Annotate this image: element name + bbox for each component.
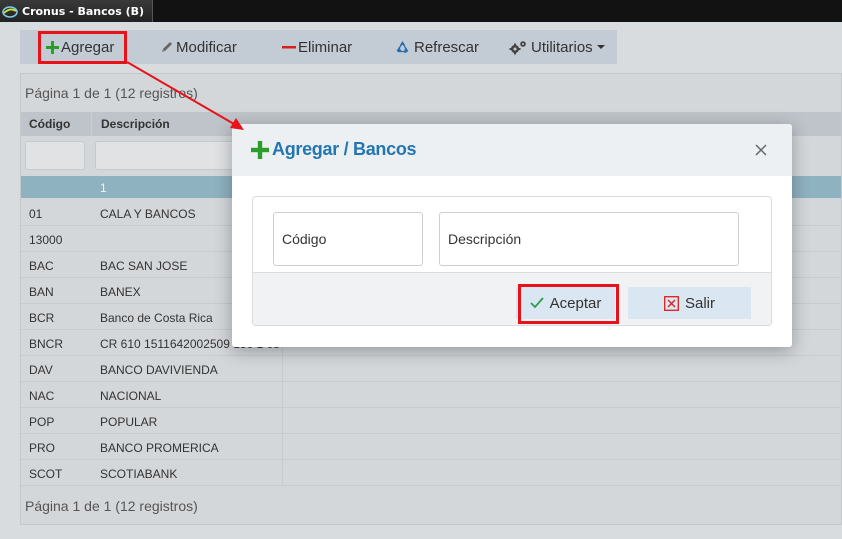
- chevron-down-icon: [596, 45, 605, 49]
- column-header-code[interactable]: Código: [21, 112, 91, 136]
- pencil-icon: [160, 40, 174, 54]
- edit-button-label: Modificar: [176, 38, 237, 56]
- add-bank-dialog: Agregar / Bancos Aceptar Salir: [232, 124, 792, 347]
- edit-button[interactable]: Modificar: [160, 30, 237, 64]
- window-titlebar: Cronus - Bancos (B): [0, 0, 842, 22]
- row-description: NACIONAL: [100, 389, 162, 403]
- minus-icon: [282, 40, 296, 54]
- description-field[interactable]: [439, 212, 739, 266]
- row-code: BNCR: [29, 337, 64, 351]
- add-button-highlight: [38, 31, 127, 64]
- code-field[interactable]: [273, 212, 423, 266]
- row-description: POPULAR: [100, 415, 158, 429]
- row-description: SCOTIABANK: [100, 467, 178, 481]
- row-description: BAC SAN JOSE: [100, 259, 188, 273]
- table-row[interactable]: PRO BANCO PROMERICA: [21, 434, 841, 460]
- x-box-icon: [664, 295, 679, 311]
- dialog-form: Aceptar Salir: [252, 196, 772, 326]
- table-row[interactable]: SCOT SCOTIABANK: [21, 460, 841, 486]
- row-code: POP: [29, 415, 55, 429]
- selected-row-description: 1: [100, 181, 107, 195]
- window-title: Cronus - Bancos (B): [22, 4, 145, 18]
- table-row[interactable]: DAV BANCO DAVIVIENDA: [21, 356, 841, 382]
- row-description: BANCO PROMERICA: [100, 441, 219, 455]
- refresh-button[interactable]: Refrescar: [395, 30, 479, 64]
- plus-icon: [251, 140, 269, 159]
- dialog-title: Agregar / Bancos: [272, 139, 417, 159]
- exit-button-label: Salir: [684, 294, 715, 312]
- accept-button-highlight: [518, 284, 619, 324]
- row-description: BANEX: [100, 285, 141, 299]
- dialog-title-wrap: Agregar / Bancos: [251, 139, 417, 160]
- recycle-icon: [395, 40, 410, 55]
- utilities-dropdown[interactable]: Utilitarios: [509, 30, 605, 64]
- row-code: 01: [29, 207, 43, 221]
- description-filter-input[interactable]: [95, 141, 245, 170]
- pager-top: Página 1 de 1 (12 registros): [25, 85, 198, 101]
- code-filter-input[interactable]: [25, 141, 85, 170]
- row-code: PRO: [29, 441, 56, 455]
- row-code: BAC: [29, 259, 54, 273]
- utilities-label: Utilitarios: [531, 38, 593, 56]
- pager-bottom: Página 1 de 1 (12 registros): [25, 498, 198, 514]
- row-code: BAN: [29, 285, 54, 299]
- app-logo-icon: [2, 4, 18, 18]
- row-description: CALA Y BANCOS: [100, 207, 196, 221]
- close-icon: [755, 144, 767, 156]
- row-code: DAV: [29, 363, 53, 377]
- table-row[interactable]: POP POPULAR: [21, 408, 841, 434]
- row-code: BCR: [29, 311, 55, 325]
- row-description: BANCO DAVIVIENDA: [100, 363, 218, 377]
- dialog-footer: Aceptar Salir: [253, 272, 771, 325]
- refresh-button-label: Refrescar: [414, 38, 480, 56]
- row-code: 13000: [29, 233, 63, 247]
- row-code: SCOT: [29, 467, 63, 481]
- delete-button[interactable]: Eliminar: [282, 30, 352, 64]
- close-button[interactable]: [754, 143, 768, 157]
- row-code: NAC: [29, 389, 55, 403]
- delete-button-label: Eliminar: [298, 38, 353, 56]
- row-description: Banco de Costa Rica: [100, 311, 213, 325]
- window-tab[interactable]: Cronus - Bancos (B): [0, 0, 154, 22]
- dialog-header: Agregar / Bancos: [232, 124, 792, 176]
- gears-icon: [509, 40, 527, 55]
- table-row[interactable]: NAC NACIONAL: [21, 382, 841, 408]
- exit-button[interactable]: Salir: [628, 287, 751, 319]
